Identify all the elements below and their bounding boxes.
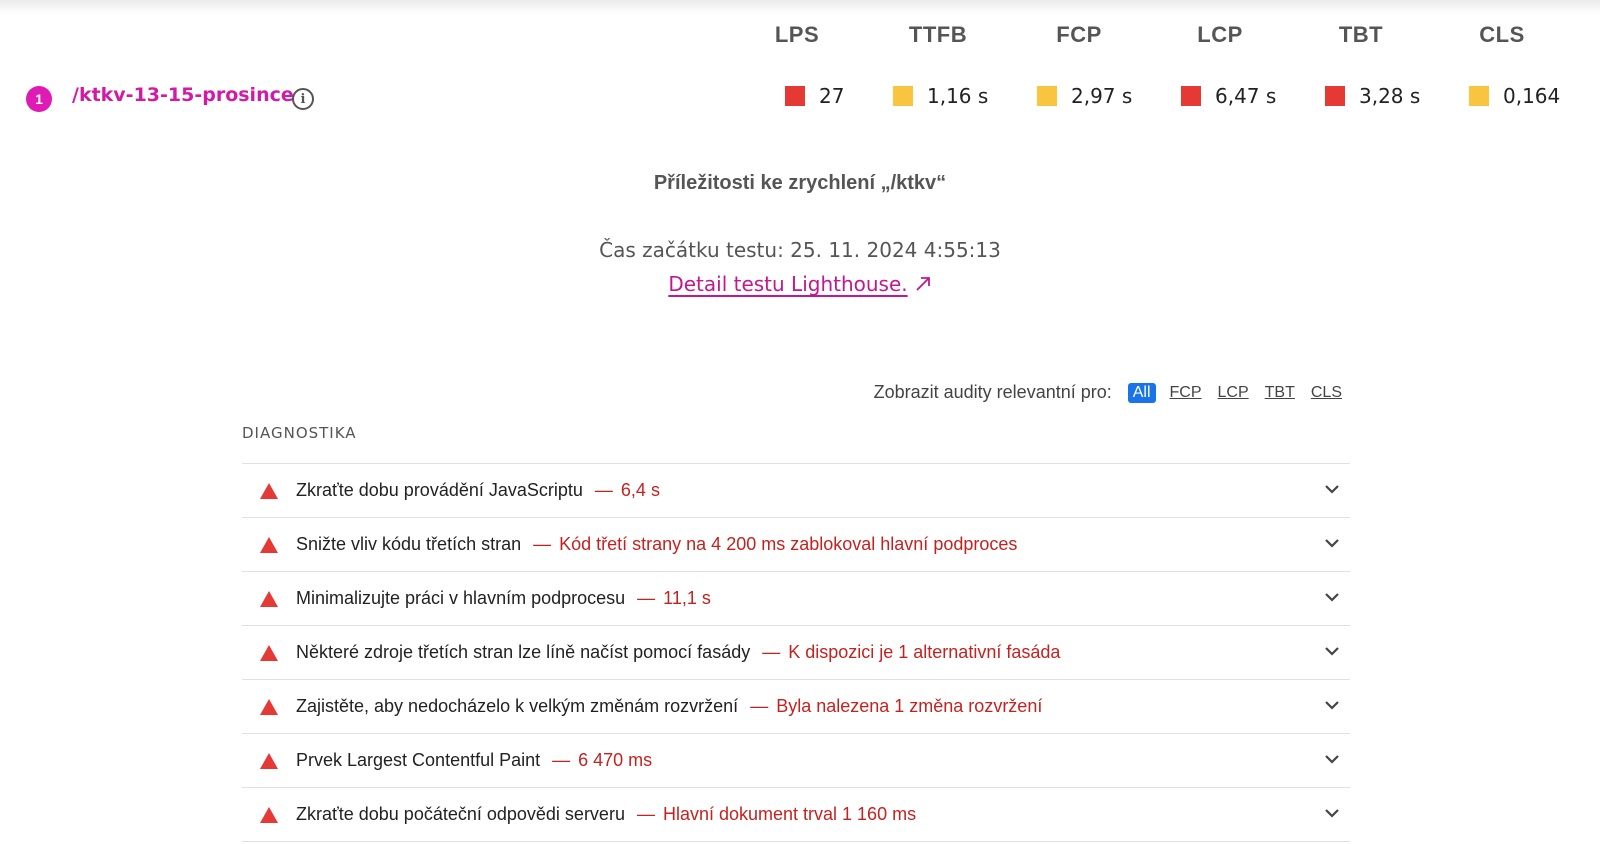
audit-display-value: 11,1 s (663, 588, 711, 608)
header-tbt: TBT (1338, 22, 1384, 47)
url-row: 1 /ktkv-13-15-prosince i 27 1,16 s 2,97 … (0, 80, 1600, 116)
audit-display-value: K dispozici je 1 alternativní fasáda (788, 642, 1061, 662)
chevron-down-icon[interactable] (1324, 592, 1340, 602)
filter-tbt[interactable]: TBT (1263, 383, 1297, 403)
external-link-icon[interactable] (914, 275, 932, 293)
audit-separator: — (762, 642, 781, 662)
chevron-down-icon[interactable] (1324, 646, 1340, 656)
rank-badge: 1 (26, 86, 52, 112)
metric-ttfb: 1,16 s (893, 84, 988, 108)
header-fcp: FCP (1056, 22, 1102, 47)
audit-row[interactable]: Snižte vliv kódu třetích stran — Kód třetí… (242, 518, 1350, 572)
audit-title: Snižte vliv kódu třetích stran (296, 534, 522, 554)
header-lps: LPS (774, 22, 820, 47)
status-square (785, 86, 805, 106)
audit-title: Některé zdroje třetích stran lze líně na… (296, 642, 751, 662)
audit-title: Zkraťte dobu počáteční odpovědi serveru (296, 804, 625, 824)
metric-tbt: 3,28 s (1325, 84, 1420, 108)
audit-filter-bar: Zobrazit audity relevantní pro: All FCP … (0, 382, 1344, 403)
metric-fcp: 2,97 s (1037, 84, 1132, 108)
audit-row[interactable]: Zajistěte, aby nedocházelo k velkým změn… (242, 680, 1350, 734)
fail-triangle-icon (260, 537, 278, 553)
chevron-down-icon[interactable] (1324, 538, 1340, 548)
audit-separator: — (636, 804, 655, 824)
fail-triangle-icon (260, 807, 278, 823)
test-start-time: Čas začátku testu: 25. 11. 2024 4:55:13 (599, 238, 1001, 262)
header-cls: CLS (1479, 22, 1525, 47)
audit-display-value: Byla nalezena 1 změna rozvržení (776, 696, 1043, 716)
filter-cls[interactable]: CLS (1309, 383, 1344, 403)
filter-all[interactable]: All (1127, 382, 1156, 403)
metric-value-text: 27 (819, 84, 845, 108)
status-square (1469, 86, 1489, 106)
metric-value-text: 0,164 (1503, 84, 1561, 108)
fail-triangle-icon (260, 645, 278, 661)
audit-display-value: Kód třetí strany na 4 200 ms zablokoval … (559, 534, 1018, 554)
audit-separator: — (533, 534, 552, 554)
audit-display-value: Hlavní dokument trval 1 160 ms (662, 804, 917, 824)
metric-value-text: 2,97 s (1071, 84, 1133, 108)
audit-separator: — (637, 588, 656, 608)
status-square (1037, 86, 1057, 106)
header-lcp: LCP (1197, 22, 1243, 47)
audit-display-value: 6,4 s (620, 480, 660, 500)
audit-row[interactable]: Zkraťte dobu počáteční odpovědi serveru —… (242, 788, 1350, 842)
audit-separator: — (594, 480, 613, 500)
audit-row[interactable]: Zkraťte dobu provádění JavaScriptu — 6,4 s (242, 464, 1350, 518)
header-ttfb: TTFB (908, 22, 968, 47)
metric-value-text: 1,16 s (927, 84, 989, 108)
audit-display-value: 6 470 ms (578, 750, 653, 770)
audit-separator: — (552, 750, 571, 770)
chevron-down-icon[interactable] (1324, 808, 1340, 818)
detail-link-wrap: Detail testu Lighthouse. (0, 272, 1600, 296)
lighthouse-detail-link[interactable]: Detail testu Lighthouse. (668, 272, 907, 296)
metric-lcp: 6,47 s (1181, 84, 1276, 108)
fail-triangle-icon (260, 699, 278, 715)
audit-row[interactable]: Minimalizujte práci v hlavním podprocesu… (242, 572, 1350, 626)
audit-row[interactable]: Některé zdroje třetích stran lze líně na… (242, 626, 1350, 680)
audit-title: Prvek Largest Contentful Paint (296, 750, 541, 770)
url-link[interactable]: /ktkv-13-15-prosince (72, 84, 294, 106)
metric-cls: 0,164 (1469, 84, 1560, 108)
chevron-down-icon[interactable] (1324, 484, 1340, 494)
lighthouse-report-page: LPS TTFB FCP LCP TBT CLS 1 /ktkv-13-15-p… (0, 0, 1600, 844)
audit-title: Zajistěte, aby nedocházelo k velkým změn… (296, 696, 739, 716)
filter-fcp[interactable]: FCP (1168, 383, 1204, 403)
diagnostics-label: DIAGNOSTIKA (242, 424, 357, 442)
fail-triangle-icon (260, 753, 278, 769)
chevron-down-icon[interactable] (1324, 754, 1340, 764)
filter-label: Zobrazit audity relevantní pro: (873, 382, 1112, 402)
metric-value-text: 3,28 s (1359, 84, 1421, 108)
audit-title: Zkraťte dobu provádění JavaScriptu (296, 480, 583, 500)
status-square (893, 86, 913, 106)
info-icon[interactable]: i (292, 88, 314, 110)
fail-triangle-icon (260, 483, 278, 499)
audit-separator: — (750, 696, 769, 716)
top-shadow (0, 0, 1600, 14)
chevron-down-icon[interactable] (1324, 700, 1340, 710)
filter-lcp[interactable]: LCP (1216, 383, 1251, 403)
opportunities-title: Příležitosti ke zrychlení „/ktkv“ (653, 172, 947, 194)
audit-row[interactable]: Prvek Largest Contentful Paint — 6 470 ms (242, 734, 1350, 788)
status-square (1325, 86, 1345, 106)
audit-title: Minimalizujte práci v hlavním podprocesu (296, 588, 626, 608)
status-square (1181, 86, 1201, 106)
metric-lps: 27 (785, 84, 844, 108)
fail-triangle-icon (260, 591, 278, 607)
metric-value-text: 6,47 s (1215, 84, 1277, 108)
diagnostics-list: Zkraťte dobu provádění JavaScriptu — 6,4 s… (242, 463, 1350, 842)
